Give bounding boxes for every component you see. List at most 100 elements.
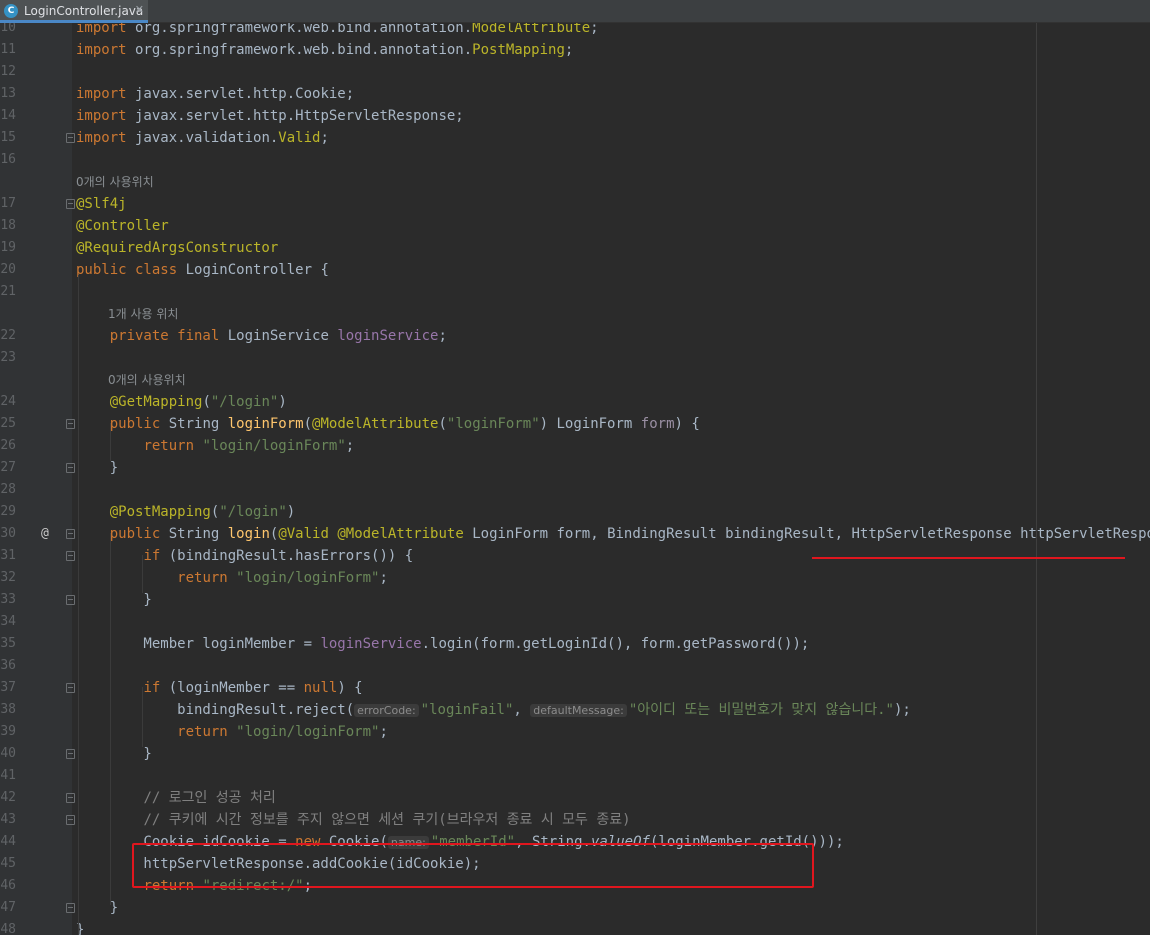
code-line: 11 import org.springframework.web.bind.a… bbox=[0, 39, 1150, 61]
indent-guide bbox=[142, 687, 143, 747]
code-line: 30 @ public String login(@Valid @ModelAt… bbox=[0, 523, 1150, 545]
code-text: } bbox=[76, 460, 119, 476]
code-text: @PostMapping("/login") bbox=[109, 504, 296, 520]
fold-icon[interactable] bbox=[66, 463, 75, 473]
line-number: 15 bbox=[0, 130, 16, 145]
code-text: Member loginMember = loginService.login(… bbox=[76, 636, 810, 652]
line-number: 46 bbox=[0, 878, 16, 893]
code-line: 23 bbox=[0, 347, 1150, 369]
tab-title: LoginController.java bbox=[24, 4, 144, 18]
code-line: 29 @PostMapping("/login") bbox=[0, 501, 1150, 523]
fold-icon[interactable] bbox=[66, 903, 75, 913]
code-text: return "login/loginForm"; bbox=[143, 438, 355, 454]
code-text: return "login/loginForm"; bbox=[177, 570, 388, 586]
override-marker-icon[interactable]: @ bbox=[41, 523, 49, 545]
code-text: import javax.servlet.http.Cookie; bbox=[76, 86, 355, 102]
line-number: 40 bbox=[0, 746, 16, 761]
line-number: 19 bbox=[0, 240, 16, 255]
line-number: 26 bbox=[0, 438, 16, 453]
code-line: 40 } bbox=[0, 743, 1150, 765]
highlight-box bbox=[132, 843, 814, 888]
code-line: 12 bbox=[0, 61, 1150, 83]
line-number: 10 bbox=[0, 23, 16, 35]
line-number: 12 bbox=[0, 64, 16, 79]
code-text: bindingResult.reject(errorCode: "loginFai… bbox=[76, 702, 911, 718]
code-line: 14 import javax.servlet.http.HttpServlet… bbox=[0, 105, 1150, 127]
code-line: 31 if (bindingResult.hasErrors()) { bbox=[0, 545, 1150, 567]
line-number: 29 bbox=[0, 504, 16, 519]
line-number: 24 bbox=[0, 394, 16, 409]
indent-guide bbox=[78, 275, 79, 935]
code-line: 18 @Controller bbox=[0, 215, 1150, 237]
usage-hint-line: 0개의 사용위치 bbox=[0, 171, 1150, 193]
code-line: 20 public class LoginController { bbox=[0, 259, 1150, 281]
java-class-icon: C bbox=[4, 4, 18, 18]
fold-icon[interactable] bbox=[66, 529, 75, 539]
code-text: @RequiredArgsConstructor bbox=[76, 240, 279, 256]
code-line: 32 return "login/loginForm"; bbox=[0, 567, 1150, 589]
code-line: 47 } bbox=[0, 897, 1150, 919]
usages-hint[interactable]: 0개의 사용위치 bbox=[76, 171, 154, 193]
fold-icon[interactable] bbox=[66, 749, 75, 759]
line-number: 33 bbox=[0, 592, 16, 607]
fold-icon[interactable] bbox=[66, 815, 75, 825]
code-line: 37 if (loginMember == null) { bbox=[0, 677, 1150, 699]
code-text: @Controller bbox=[76, 218, 169, 234]
code-text: } bbox=[76, 592, 152, 608]
code-text: // 쿠키에 시간 정보를 주지 않으면 세션 쿠기(브라우저 종료 시 모두 … bbox=[143, 812, 631, 828]
fold-icon[interactable] bbox=[66, 133, 75, 143]
line-number: 28 bbox=[0, 482, 16, 497]
code-line: 36 bbox=[0, 655, 1150, 677]
indent-guide bbox=[110, 533, 111, 905]
line-number: 39 bbox=[0, 724, 16, 739]
code-line: 35 Member loginMember = loginService.log… bbox=[0, 633, 1150, 655]
line-number: 17 bbox=[0, 196, 16, 211]
code-line: 39 return "login/loginForm"; bbox=[0, 721, 1150, 743]
code-text: import org.springframework.web.bind.anno… bbox=[76, 42, 574, 58]
code-line: 43 // 쿠키에 시간 정보를 주지 않으면 세션 쿠기(브라우저 종료 시 … bbox=[0, 809, 1150, 831]
code-line: 19 @RequiredArgsConstructor bbox=[0, 237, 1150, 259]
line-number: 31 bbox=[0, 548, 16, 563]
line-number: 27 bbox=[0, 460, 16, 475]
line-number: 30 bbox=[0, 526, 16, 541]
code-line: 34 bbox=[0, 611, 1150, 633]
indent-guide bbox=[142, 555, 143, 593]
fold-icon[interactable] bbox=[66, 793, 75, 803]
code-line: 42 // 로그인 성공 처리 bbox=[0, 787, 1150, 809]
fold-icon[interactable] bbox=[66, 683, 75, 693]
line-number: 14 bbox=[0, 108, 16, 123]
usage-hint-line: 1개 사용 위치 bbox=[0, 303, 1150, 325]
code-text: import javax.servlet.http.HttpServletRes… bbox=[76, 108, 464, 124]
indent-guide bbox=[110, 423, 111, 461]
line-number: 34 bbox=[0, 614, 16, 629]
code-text: if (loginMember == null) { bbox=[143, 680, 363, 696]
line-number: 38 bbox=[0, 702, 16, 717]
fold-icon[interactable] bbox=[66, 419, 75, 429]
line-number: 45 bbox=[0, 856, 16, 871]
fold-icon[interactable] bbox=[66, 595, 75, 605]
code-line: 22 private final LoginService loginServi… bbox=[0, 325, 1150, 347]
usage-hint-line: 0개의 사용위치 bbox=[0, 369, 1150, 391]
line-number: 20 bbox=[0, 262, 16, 277]
code-line: 41 bbox=[0, 765, 1150, 787]
code-text: } bbox=[76, 900, 119, 916]
usages-hint[interactable]: 0개의 사용위치 bbox=[108, 369, 186, 391]
code-text: return "login/loginForm"; bbox=[177, 724, 388, 740]
code-line: 17 @Slf4j bbox=[0, 193, 1150, 215]
code-line: 38 bindingResult.reject(errorCode: "login… bbox=[0, 699, 1150, 721]
code-editor[interactable]: 10 import org.springframework.web.bind.a… bbox=[0, 23, 1150, 935]
close-icon[interactable]: ✕ bbox=[135, 3, 144, 16]
line-number: 25 bbox=[0, 416, 16, 431]
line-number: 32 bbox=[0, 570, 16, 585]
line-number: 42 bbox=[0, 790, 16, 805]
highlight-underline bbox=[812, 557, 1125, 559]
usages-hint[interactable]: 1개 사용 위치 bbox=[108, 303, 178, 325]
code-text: public String loginForm(@ModelAttribute(… bbox=[109, 416, 700, 432]
line-number: 37 bbox=[0, 680, 16, 695]
fold-icon[interactable] bbox=[66, 199, 75, 209]
line-number: 13 bbox=[0, 86, 16, 101]
file-tab[interactable]: C LoginController.java ✕ bbox=[0, 0, 148, 23]
code-line: 16 bbox=[0, 149, 1150, 171]
fold-icon[interactable] bbox=[66, 551, 75, 561]
code-line: 13 import javax.servlet.http.Cookie; bbox=[0, 83, 1150, 105]
